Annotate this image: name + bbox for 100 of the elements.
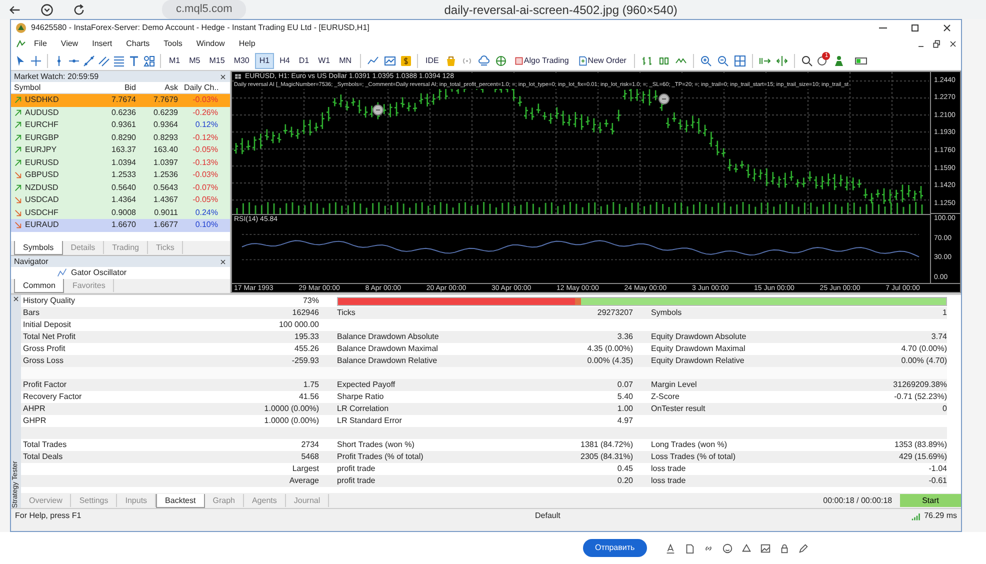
ide-button[interactable]: IDE [422, 54, 442, 68]
close-icon[interactable] [219, 258, 227, 266]
menu-item[interactable]: Tools [156, 38, 190, 50]
reload-icon[interactable] [72, 2, 86, 16]
column-header[interactable]: Daily Ch.. [181, 82, 221, 94]
symbol-text: EURCHF [25, 119, 58, 132]
lock-icon[interactable] [778, 542, 790, 554]
timeframe-button[interactable]: MN [336, 54, 355, 68]
timeframe-button[interactable]: H4 [276, 54, 293, 68]
menu-item[interactable]: File [27, 38, 54, 50]
stat-label: Gross Loss [23, 355, 64, 367]
change-text: -0.03% [192, 94, 219, 106]
quote-row[interactable]: AUDUSD 0.6236 0.6239 -0.26% [11, 106, 230, 119]
timeframe-button[interactable]: M15 [206, 54, 228, 68]
stat-value: -0.71 (52.23%) [893, 391, 947, 403]
signal-bars-icon [911, 512, 920, 520]
line-chart-icon[interactable] [366, 54, 380, 66]
stat-label: Total Trades [23, 439, 68, 451]
timeframe-button[interactable]: H1 [255, 52, 274, 68]
zoom-out-icon[interactable] [716, 54, 730, 66]
change-text: -0.05% [192, 194, 219, 206]
channel-icon[interactable] [98, 54, 110, 66]
ask-text: 0.6239 [152, 106, 179, 119]
timeframe-button[interactable]: M5 [186, 54, 204, 68]
navigator-item[interactable]: Gator Oscillator [57, 267, 230, 279]
quote-row[interactable]: USDCHF 0.9008 0.9011 0.24% [11, 206, 230, 219]
menu-item[interactable]: Insert [85, 38, 120, 50]
stat-value: 2734 [300, 439, 319, 451]
stat-label: Short Trades (won %) [337, 439, 416, 451]
menu-item[interactable]: Window [189, 38, 232, 50]
quote-row[interactable]: EURGBP 0.8290 0.8293 -0.12% [11, 132, 230, 144]
stat-label: Balance Drawdown Relative [337, 355, 438, 367]
bar-chart-icon[interactable] [640, 54, 654, 66]
timeframe-button[interactable]: M30 [230, 54, 252, 68]
candlestick-icon[interactable] [657, 54, 672, 66]
menu-item[interactable]: Charts [119, 38, 157, 50]
close-icon[interactable] [12, 295, 20, 303]
fibonacci-icon[interactable] [113, 54, 125, 66]
text-icon[interactable] [128, 54, 140, 66]
bid-text: 0.6236 [110, 106, 137, 119]
menu-item[interactable]: Help [232, 38, 262, 50]
change-text: -0.13% [192, 156, 219, 169]
start-button[interactable]: Start [900, 494, 961, 507]
search-icon[interactable] [800, 54, 814, 66]
stat-label: AHPR [23, 403, 46, 415]
timeframe-button[interactable]: W1 [315, 54, 334, 68]
quote-row[interactable]: USDCAD 1.4364 1.4367 -0.05% [11, 194, 230, 206]
column-header[interactable]: Ask [139, 82, 181, 94]
address-bar[interactable]: c.mql5.com [162, 0, 246, 19]
quote-row[interactable]: EURAUD 1.6670 1.6677 0.10% [11, 219, 230, 232]
menu-logo-icon [15, 38, 27, 50]
dollar-icon[interactable] [400, 54, 412, 66]
ask-text: 1.0397 [152, 156, 179, 169]
symbol-text: EURGBP [25, 132, 59, 144]
image-icon[interactable] [760, 542, 771, 554]
column-header[interactable]: Symbol [11, 82, 95, 94]
stat-value: 429 (15.69%) [898, 451, 947, 463]
timeframe-button[interactable]: D1 [296, 54, 312, 68]
send-button[interactable]: Отправить [583, 539, 647, 557]
grid-icon[interactable] [733, 54, 748, 66]
stat-value: Average [288, 475, 319, 487]
new-order-button[interactable]: New Order [574, 54, 630, 68]
quote-row[interactable]: USDHKD 7.7674 7.7679 -0.03% [11, 94, 230, 106]
tab[interactable]: Symbols [14, 241, 63, 255]
crosshair-icon[interactable] [30, 54, 42, 66]
timeframe-button[interactable]: M1 [166, 54, 184, 68]
quote-row[interactable]: EURJPY 163.37 163.40 -0.05% [11, 144, 230, 156]
cloud-icon[interactable] [476, 54, 491, 66]
close-icon[interactable] [219, 72, 227, 80]
tab[interactable]: Common [14, 279, 64, 293]
stat-value: 29273207 [596, 307, 633, 319]
text-format-icon[interactable] [664, 542, 676, 554]
quote-row[interactable]: GBPUSD 1.2533 1.2536 -0.03% [11, 169, 230, 182]
stat-label: Total Net Profit [23, 331, 76, 343]
quote-row[interactable]: EURCHF 0.9361 0.9364 0.12% [11, 119, 230, 132]
zoom-in-icon[interactable] [699, 54, 714, 66]
document-plus-icon [578, 56, 588, 66]
tab[interactable]: Backtest [156, 494, 205, 508]
pen-icon[interactable] [798, 542, 809, 554]
shapes-icon[interactable] [143, 54, 155, 66]
trendline-icon[interactable] [83, 54, 95, 66]
quote-row[interactable]: EURUSD 1.0394 1.0397 -0.13% [11, 156, 230, 169]
algo-trading-button[interactable]: Algo Trading [510, 54, 572, 68]
chart-window-icon[interactable] [382, 54, 397, 66]
symbol-text: USDHKD [25, 94, 59, 106]
bid-text: 0.9008 [110, 206, 137, 219]
window-title: 94625580 - InstaForex-Server: Demo Account - Hedge - Instant Trading EU Ltd - [EURUSD,H1] [31, 22, 370, 34]
emoji-icon[interactable] [722, 542, 733, 554]
ask-text: 0.9011 [153, 206, 179, 219]
menu-item[interactable]: View [54, 38, 86, 50]
stat-label: Margin Level [651, 379, 698, 391]
shift-icon[interactable] [775, 54, 790, 66]
stat-label: Loss Trades (% of total) [651, 451, 736, 463]
stat-label: Balance Drawdown Maximal [337, 343, 439, 355]
column-header[interactable]: Bid [95, 82, 139, 94]
bag-icon[interactable] [444, 54, 457, 66]
stat-value: 4.97 [616, 415, 633, 427]
stat-value: 0.07 [616, 379, 633, 391]
quote-row[interactable]: NZDUSD 0.5640 0.5643 -0.07% [11, 182, 230, 194]
globe-icon[interactable] [494, 54, 508, 66]
